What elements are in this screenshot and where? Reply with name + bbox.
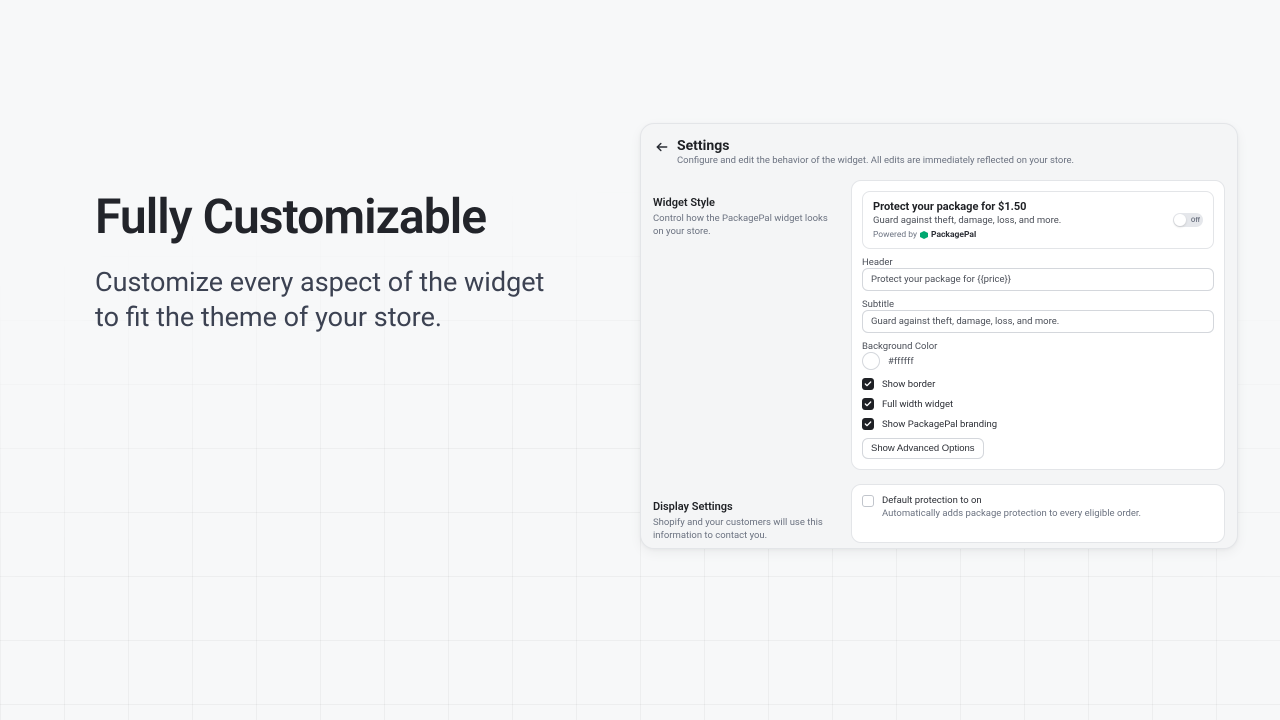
hero-text: Fully Customizable Customize every aspec… <box>95 188 565 335</box>
widget-style-card: Protect your package for $1.50 Guard aga… <box>851 180 1225 470</box>
widget-style-title: Widget Style <box>653 196 839 209</box>
show-branding-label: Show PackagePal branding <box>882 419 997 430</box>
default-protection-title: Default protection to on <box>882 495 1141 506</box>
preview-title: Protect your package for $1.50 <box>873 200 1061 213</box>
protection-toggle[interactable]: Off <box>1173 213 1203 227</box>
show-branding-checkbox[interactable] <box>862 418 874 430</box>
back-arrow-icon[interactable] <box>655 140 669 154</box>
packagepal-logo-icon <box>920 231 928 239</box>
settings-title: Settings <box>677 138 1074 154</box>
bg-color-label: Background Color <box>862 341 1214 352</box>
display-settings-section: Display Settings Shopify and your custom… <box>653 484 1225 543</box>
settings-panel: Settings Configure and edit the behavior… <box>640 123 1238 549</box>
widget-style-section: Widget Style Control how the PackagePal … <box>653 180 1225 470</box>
header-field-label: Header <box>862 257 1214 268</box>
subtitle-field-label: Subtitle <box>862 299 1214 310</box>
full-width-checkbox[interactable] <box>862 398 874 410</box>
bg-color-swatch[interactable] <box>862 352 880 370</box>
hero-subtitle: Customize every aspect of the widget to … <box>95 265 565 335</box>
preview-subtitle: Guard against theft, damage, loss, and m… <box>873 215 1061 226</box>
display-settings-title: Display Settings <box>653 500 839 513</box>
bg-color-value: #ffffff <box>888 356 914 367</box>
settings-subtitle: Configure and edit the behavior of the w… <box>677 155 1074 166</box>
brand-name: PackagePal <box>931 230 976 240</box>
widget-preview: Protect your package for $1.50 Guard aga… <box>862 191 1214 249</box>
powered-by-prefix: Powered by <box>873 230 917 240</box>
default-protection-sub: Automatically adds package protection to… <box>882 508 1141 519</box>
toggle-knob <box>1174 214 1186 226</box>
show-border-checkbox[interactable] <box>862 378 874 390</box>
settings-header: Settings Configure and edit the behavior… <box>653 136 1225 174</box>
widget-style-desc: Control how the PackagePal widget looks … <box>653 213 839 239</box>
display-settings-desc: Shopify and your customers will use this… <box>653 517 839 543</box>
display-settings-card: Default protection to on Automatically a… <box>851 484 1225 543</box>
subtitle-input[interactable] <box>862 310 1214 333</box>
powered-by: Powered by PackagePal <box>873 230 1061 240</box>
hero-title: Fully Customizable <box>95 188 565 245</box>
show-advanced-button[interactable]: Show Advanced Options <box>862 438 984 459</box>
header-input[interactable] <box>862 268 1214 291</box>
default-protection-checkbox[interactable] <box>862 495 874 507</box>
show-border-label: Show border <box>882 379 935 390</box>
toggle-state-label: Off <box>1191 216 1200 224</box>
full-width-label: Full width widget <box>882 399 953 410</box>
